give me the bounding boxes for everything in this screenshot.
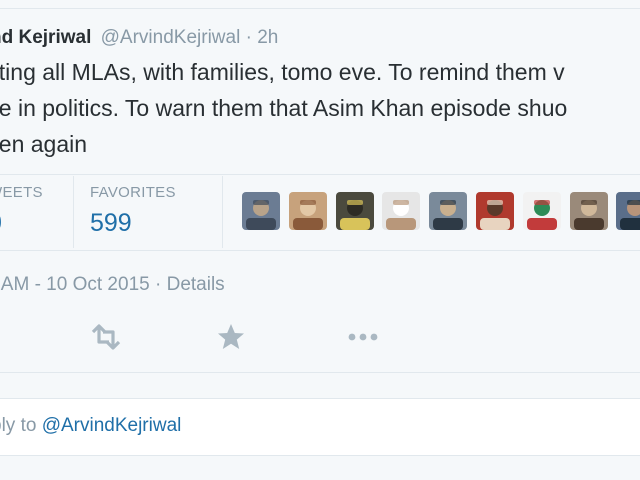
retweets-label: WEETS	[0, 184, 43, 201]
avatar-photo	[476, 192, 514, 230]
avatar-photo	[335, 192, 374, 230]
stats-divider	[0, 174, 640, 175]
avatar-1[interactable]	[242, 192, 280, 230]
retweet-button[interactable]	[89, 322, 123, 352]
tweet-timestamp[interactable]: 7 AM - 10 Oct 2015	[0, 274, 150, 295]
header-separator: ·	[245, 27, 252, 48]
tweet-text-line: eting all MLAs, with families, tomo eve.…	[0, 59, 565, 85]
stats-vertical-divider	[222, 176, 223, 248]
avatar-photo	[288, 192, 327, 230]
tweet-detail: nd Kejriwal @ArvindKejriwal · 2h eting a…	[0, 0, 640, 480]
favorites-count: 599	[90, 209, 132, 237]
reply-mention: @ArvindKejriwal	[41, 415, 182, 436]
reply-placeholder: ply to @ArvindKejriwal	[0, 415, 181, 437]
author-handle[interactable]: @ArvindKejriwal	[101, 27, 241, 48]
avatar-7[interactable]	[522, 192, 561, 230]
avatar-photo	[569, 192, 608, 230]
avatar-photo	[242, 192, 280, 230]
reply-prefix: ply to	[0, 415, 37, 436]
avatar-photo	[429, 192, 468, 230]
actions-divider	[0, 372, 640, 373]
tweet-text-line: pen again	[0, 131, 88, 157]
avatar-photo	[616, 192, 640, 230]
retweets-stat[interactable]: WEETS 0	[0, 184, 43, 238]
top-divider	[0, 8, 640, 9]
author-name[interactable]: nd Kejriwal	[0, 27, 91, 48]
avatar-6[interactable]	[476, 192, 514, 230]
tweet-text: eting all MLAs, with families, tomo eve.…	[0, 54, 640, 162]
stats-divider	[0, 250, 640, 251]
avatar-4[interactable]	[382, 192, 421, 230]
tweet-text-line: ne in politics. To warn them that Asim K…	[0, 95, 568, 121]
avatar-2[interactable]	[288, 192, 327, 230]
more-icon	[348, 333, 378, 341]
avatar-photo	[382, 192, 421, 230]
page-bottom	[0, 456, 640, 480]
avatar-8[interactable]	[569, 192, 608, 230]
favorite-button[interactable]	[216, 322, 250, 352]
avatar-photo	[522, 192, 561, 230]
reply-input[interactable]: ply to @ArvindKejriwal	[0, 398, 640, 456]
tweet-datetime: 7 AM - 10 Oct 2015 · Details	[0, 274, 225, 296]
avatar-9[interactable]	[616, 192, 640, 230]
retweet-icon	[91, 324, 121, 350]
more-button[interactable]	[346, 322, 380, 352]
retweets-count: 0	[0, 209, 43, 238]
star-icon	[218, 324, 244, 349]
tweet-time[interactable]: 2h	[257, 27, 278, 48]
tweet-header: nd Kejriwal @ArvindKejriwal · 2h	[0, 26, 278, 50]
datetime-separator: ·	[154, 274, 162, 295]
avatar-3[interactable]	[335, 192, 374, 230]
details-link[interactable]: Details	[167, 274, 225, 295]
stats-vertical-divider	[73, 176, 74, 248]
favorites-label: FAVORITES	[90, 184, 176, 201]
favorites-stat[interactable]: FAVORITES 599	[90, 184, 176, 238]
avatar-5[interactable]	[429, 192, 468, 230]
